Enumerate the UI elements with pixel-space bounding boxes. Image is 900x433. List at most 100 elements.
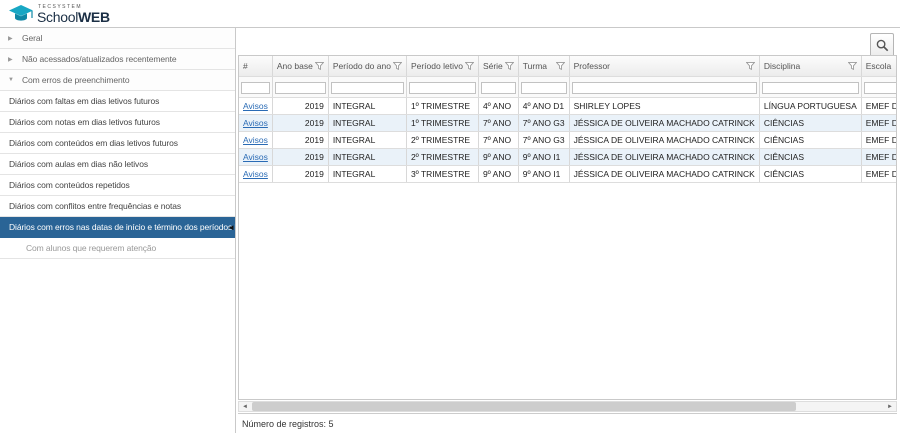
cell-turma: 9º ANO I1 [518, 148, 570, 166]
cell-turma: 7º ANO G3 [518, 131, 570, 149]
column-header-label: # [243, 60, 248, 71]
cell-periodo_ano: INTEGRAL [328, 148, 407, 166]
filter-cell-professor [569, 76, 760, 98]
scroll-left-icon[interactable]: ◄ [239, 404, 251, 410]
filter-icon[interactable] [464, 61, 474, 70]
collapse-handle-icon[interactable]: ◄ [227, 223, 235, 232]
cell-ano: 2019 [272, 148, 329, 166]
avisos-link[interactable]: Avisos [243, 169, 268, 179]
column-header-label: Turma [522, 60, 548, 71]
table-row: Avisos 2019 INTEGRAL 2º TRIMESTRE 7º ANO 7º A… [239, 131, 896, 149]
avisos-link[interactable]: Avisos [243, 101, 268, 111]
filter-icon[interactable] [504, 61, 514, 70]
cell-serie: 7º ANO [478, 114, 519, 132]
sidebar-item[interactable]: Diários com conteúdos em dias letivos fu… [0, 133, 235, 154]
sidebar-item[interactable]: Diários com erros nas datas de início e … [0, 217, 235, 238]
cell-periodo_ano: INTEGRAL [328, 114, 407, 132]
scroll-right-icon[interactable]: ► [884, 404, 896, 410]
filter-icon[interactable] [392, 61, 402, 70]
cell-escola: EMEF DR MÁRIO VELLI [861, 97, 896, 115]
cell-serie: 9º ANO [478, 165, 519, 183]
filter-cell-serie [478, 76, 519, 98]
brand-main-word: School [37, 8, 79, 25]
filter-input-serie[interactable] [480, 82, 516, 94]
cell-disciplina: CIÊNCIAS [759, 131, 862, 149]
sidebar-item[interactable]: Diários com conflitos entre frequências … [0, 196, 235, 217]
cell-professor: SHIRLEY LOPES [569, 97, 760, 115]
column-header-periodo_ano[interactable]: Período do ano [328, 56, 407, 77]
sidebar-item-label: Com erros de preenchimento [22, 75, 130, 85]
filter-icon[interactable] [314, 61, 324, 70]
column-header-ano[interactable]: Ano base [272, 56, 329, 77]
column-header-professor[interactable]: Professor [569, 56, 760, 77]
avisos-link[interactable]: Avisos [243, 118, 268, 128]
sidebar: ▶ Geral ▶ Não acessados/atualizados recente… [0, 28, 236, 433]
app-body: ▶ Geral ▶ Não acessados/atualizados recente… [0, 28, 900, 433]
column-header-disciplina[interactable]: Disciplina [759, 56, 862, 77]
filter-input-escola[interactable] [863, 82, 896, 94]
sidebar-item-label: Diários com conteúdos em dias letivos fu… [9, 138, 178, 148]
scrollbar-track[interactable] [251, 402, 884, 411]
filter-cell-ano [272, 76, 329, 98]
filter-icon[interactable] [847, 61, 857, 70]
main-panel: # Ano base Período do ano Período letivo Sér… [236, 28, 900, 433]
cell-professor: JÉSSICA DE OLIVEIRA MACHADO CATRINCK [569, 148, 760, 166]
column-header-escola[interactable]: Escola [861, 56, 896, 77]
chevron-down-icon: ▼ [8, 77, 14, 83]
sidebar-item[interactable]: Diários com notas em dias letivos futuro… [0, 112, 235, 133]
cell-ano: 2019 [272, 97, 329, 115]
column-header-turma[interactable]: Turma [518, 56, 570, 77]
column-header-num[interactable]: # [239, 56, 273, 77]
sidebar-section[interactable]: Com alunos que requerem atenção [0, 238, 235, 259]
filter-cell-turma [518, 76, 570, 98]
filter-input-periodo_ano[interactable] [330, 82, 404, 94]
avisos-link[interactable]: Avisos [243, 135, 268, 145]
cell-periodo_letivo: 2º TRIMESTRE [406, 131, 479, 149]
cell-turma: 4º ANO D1 [518, 97, 570, 115]
scrollbar-thumb[interactable] [251, 402, 797, 411]
sidebar-item-label: Não acessados/atualizados recentemente [22, 54, 177, 64]
filter-input-num[interactable] [241, 82, 270, 94]
cell-disciplina: CIÊNCIAS [759, 114, 862, 132]
sidebar-item[interactable]: Diários com faltas em dias letivos futur… [0, 91, 235, 112]
sidebar-section[interactable]: ▶ Geral [0, 28, 235, 49]
filter-input-professor[interactable] [571, 82, 757, 94]
cell-periodo_ano: INTEGRAL [328, 97, 407, 115]
column-header-label: Período letivo [410, 60, 463, 71]
filter-icon[interactable] [555, 61, 565, 70]
sidebar-item-label: Geral [22, 33, 43, 43]
filter-icon[interactable] [745, 61, 755, 70]
sidebar-item[interactable]: Diários com conteúdos repetidos [0, 175, 235, 196]
cell-escola: EMEF DR MÁRIO VELLI [861, 114, 896, 132]
sidebar-item-label: Diários com aulas em dias não letivos [9, 159, 148, 169]
sidebar-item-label: Diários com conflitos entre frequências … [9, 201, 181, 211]
search-button[interactable] [870, 33, 894, 57]
column-header-serie[interactable]: Série [478, 56, 519, 77]
sidebar-section[interactable]: ▶ Não acessados/atualizados recentemente [0, 49, 235, 70]
sidebar-section[interactable]: ▼ Com erros de preenchimento [0, 70, 235, 91]
cell-periodo_ano: INTEGRAL [328, 131, 407, 149]
sidebar-item[interactable]: Diários com aulas em dias não letivos [0, 154, 235, 175]
table-row: Avisos 2019 INTEGRAL 1º TRIMESTRE 4º ANO 4º A… [239, 97, 896, 115]
cell-periodo_letivo: 1º TRIMESTRE [406, 114, 479, 132]
filter-input-ano[interactable] [274, 82, 326, 94]
cell-serie: 7º ANO [478, 131, 519, 149]
horizontal-scrollbar[interactable]: ◄ ► [238, 401, 897, 412]
avisos-link[interactable]: Avisos [243, 152, 268, 162]
search-icon [876, 39, 888, 51]
cell-periodo_ano: INTEGRAL [328, 165, 407, 183]
filter-input-periodo_letivo[interactable] [408, 82, 476, 94]
cell-disciplina: LÍNGUA PORTUGUESA [759, 97, 862, 115]
filter-input-disciplina[interactable] [761, 82, 859, 94]
filter-input-turma[interactable] [520, 82, 567, 94]
cell-num: Avisos [239, 114, 273, 132]
column-header-label: Escola [865, 60, 892, 71]
filter-cell-disciplina [759, 76, 862, 98]
column-header-periodo_letivo[interactable]: Período letivo [406, 56, 479, 77]
table-row: Avisos 2019 INTEGRAL 2º TRIMESTRE 9º ANO 9º A… [239, 148, 896, 166]
cell-professor: JÉSSICA DE OLIVEIRA MACHADO CATRINCK [569, 165, 760, 183]
filter-cell-escola [861, 76, 896, 98]
cell-periodo_letivo: 3º TRIMESTRE [406, 165, 479, 183]
column-header-label: Série [482, 60, 503, 71]
cell-escola: EMEF DR MÁRIO VELLI [861, 131, 896, 149]
